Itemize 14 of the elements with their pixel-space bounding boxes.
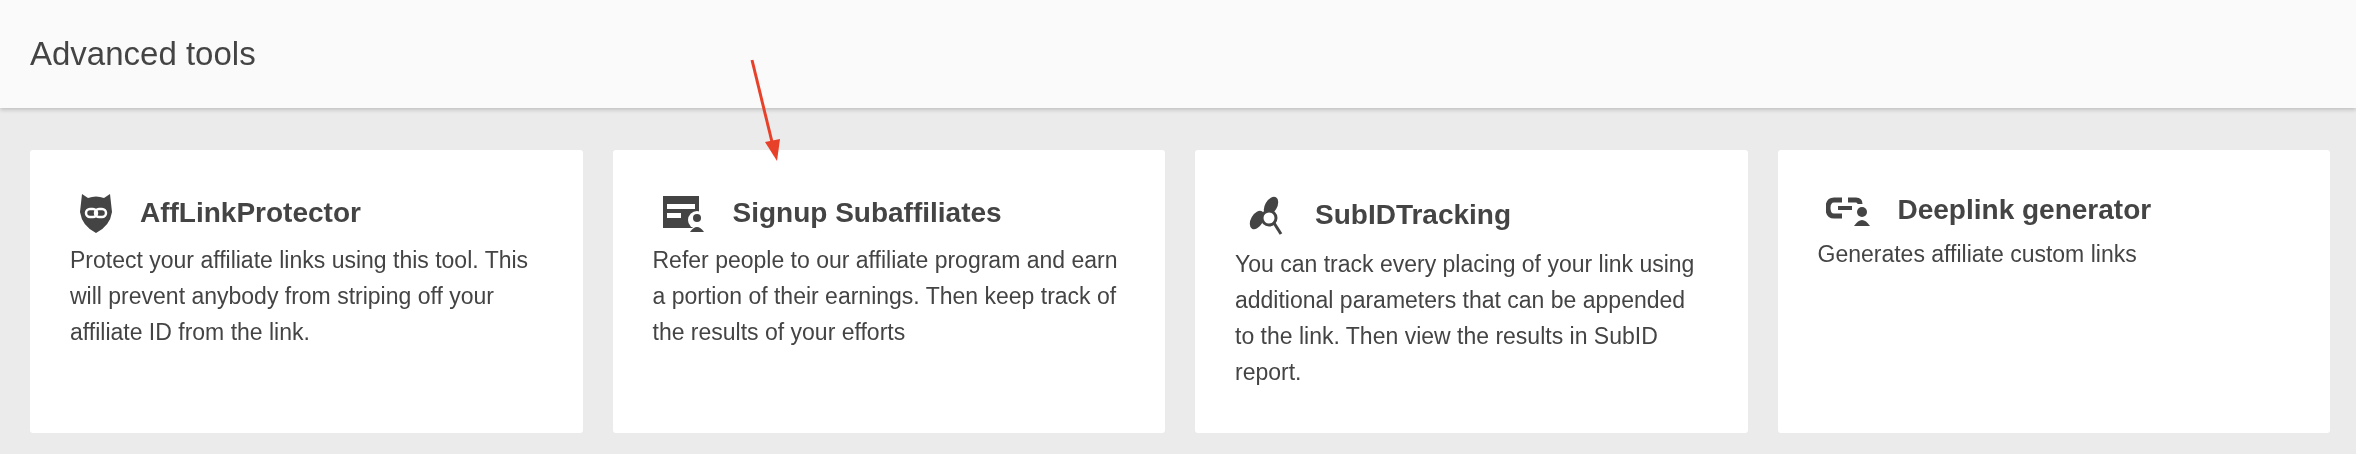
tool-description: You can track every placing of your link using additional parameters that can be appended to the link. Then view the results in SubID report. (1235, 250, 1696, 387)
tool-description: Refer people to our affiliate program and earn a portion of their earnings. Then keep track of the results of your efforts (652, 246, 1119, 347)
page-title: Advanced tools (30, 35, 256, 73)
tool-title: AffLinkProtector (140, 197, 361, 229)
tool-title: Deeplink generator (1897, 194, 2152, 226)
tool-description: Protect your affiliate links using this tool. This will prevent anybody from striping off your affiliate ID from the link. (70, 246, 530, 347)
tool-card[interactable]: SubIDTracking You can track every placing of your link using additional parameters that can be appended to the link. Then view the results in SubID report. (1195, 150, 1748, 433)
tool-title: SubIDTracking (1315, 199, 1512, 231)
tool-card[interactable]: AffLinkProtector Protect your affiliate links using this tool. This will prevent anybody from striping off your affiliate ID from the link. (30, 150, 583, 433)
tool-description: Generates affiliate custom links (1817, 240, 2138, 269)
shield-link-icon (78, 192, 114, 234)
tool-card[interactable]: Signup Subaffiliates Refer people to our affiliate program and earn a portion of their earnings. Then keep track of the results of your efforts (612, 150, 1165, 433)
tool-title: Signup Subaffiliates (732, 197, 1002, 229)
tool-card[interactable]: Deeplink generator Generates affiliate custom links (1777, 150, 2330, 433)
